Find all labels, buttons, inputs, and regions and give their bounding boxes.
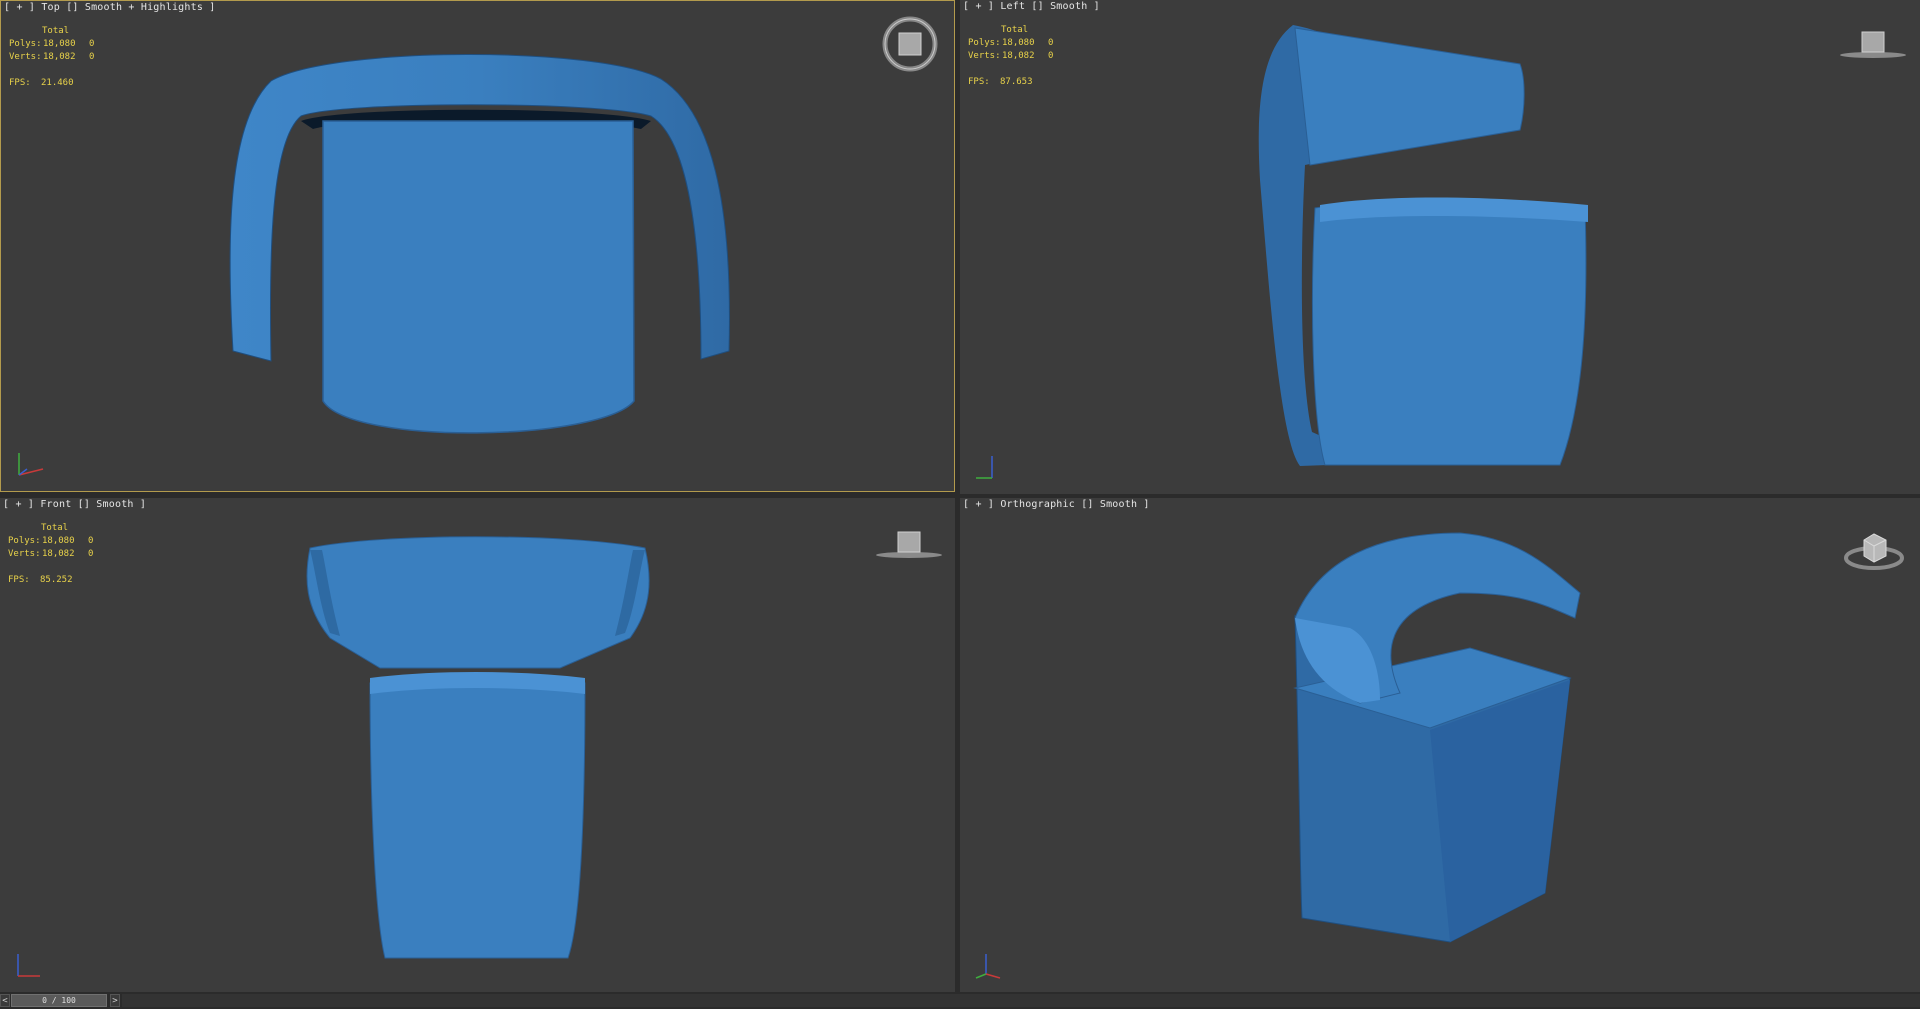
- verts-selected: 0: [88, 549, 94, 559]
- stats-header: Total: [41, 523, 69, 533]
- fps-label: FPS:: [968, 77, 990, 87]
- polys-label: Polys:: [968, 38, 1001, 48]
- stats-panel: Total Polys: 18,080 0 Verts: 18,082 0 FPS: 21…: [9, 25, 94, 90]
- polys-label: Polys:: [8, 536, 41, 546]
- chair-orthographic-view: [1293, 532, 1581, 943]
- axis-tripod-icon: [975, 954, 1001, 979]
- viewcube-icon[interactable]: [1842, 528, 1906, 574]
- verts-selected: 0: [1048, 51, 1054, 61]
- next-frame-button[interactable]: >: [110, 994, 120, 1007]
- polys-label: Polys:: [9, 39, 42, 49]
- viewport-label[interactable]: [ + ] Front [] Smooth ]: [3, 499, 146, 510]
- viewport-front[interactable]: [ + ] Front [] Smooth ] Total Polys: 18,0…: [0, 498, 955, 992]
- chair-front-view: [306, 536, 650, 959]
- polys-total: 18,080: [43, 39, 76, 49]
- verts-total: 18,082: [1002, 51, 1035, 61]
- fps-value: 21.460: [41, 78, 74, 88]
- viewcube-icon[interactable]: [881, 15, 939, 73]
- verts-label: Verts:: [9, 52, 42, 62]
- viewport-left[interactable]: [ + ] Left [] Smooth ] Total Polys: 18,08…: [960, 0, 1920, 494]
- axis-tripod-icon: [18, 453, 44, 476]
- verts-selected: 0: [89, 52, 95, 62]
- time-slider[interactable]: 0 / 100: [11, 994, 107, 1007]
- stats-header: Total: [42, 26, 70, 36]
- viewcube-icon[interactable]: [1838, 26, 1908, 60]
- polys-total: 18,080: [1002, 38, 1035, 48]
- axis-tripod-icon: [976, 456, 993, 479]
- stats-panel: Total Polys: 18,080 0 Verts: 18,082 0 FPS: 87…: [968, 24, 1053, 89]
- verts-label: Verts:: [968, 51, 1001, 61]
- viewport-label[interactable]: [ + ] Top [] Smooth + Highlights ]: [4, 2, 216, 13]
- polys-selected: 0: [89, 39, 95, 49]
- timeline-track[interactable]: [122, 994, 1920, 1007]
- stats-panel: Total Polys: 18,080 0 Verts: 18,082 0 FPS: 85…: [8, 522, 93, 587]
- polys-selected: 0: [1048, 38, 1054, 48]
- fps-value: 87.653: [1000, 77, 1033, 87]
- fps-label: FPS:: [8, 575, 30, 585]
- viewport-label[interactable]: [ + ] Left [] Smooth ]: [963, 1, 1100, 12]
- chair-left-view: [1258, 25, 1588, 466]
- viewport-label[interactable]: [ + ] Orthographic [] Smooth ]: [963, 499, 1150, 510]
- polys-selected: 0: [88, 536, 94, 546]
- timeline-bar: < 0 / 100 >: [0, 993, 1920, 1009]
- chair-top-view: [229, 54, 730, 434]
- fps-label: FPS:: [9, 78, 31, 88]
- axis-tripod-icon: [17, 954, 40, 977]
- viewcube-icon[interactable]: [874, 526, 944, 560]
- stats-header: Total: [1001, 25, 1029, 35]
- viewport-orthographic[interactable]: [ + ] Orthographic [] Smooth ]: [960, 498, 1920, 992]
- viewport-top[interactable]: [ + ] Top [] Smooth + Highlights ] Total…: [0, 0, 955, 492]
- verts-total: 18,082: [42, 549, 75, 559]
- polys-total: 18,080: [42, 536, 75, 546]
- verts-label: Verts:: [8, 549, 41, 559]
- prev-frame-button[interactable]: <: [0, 994, 10, 1007]
- fps-value: 85.252: [40, 575, 73, 585]
- verts-total: 18,082: [43, 52, 76, 62]
